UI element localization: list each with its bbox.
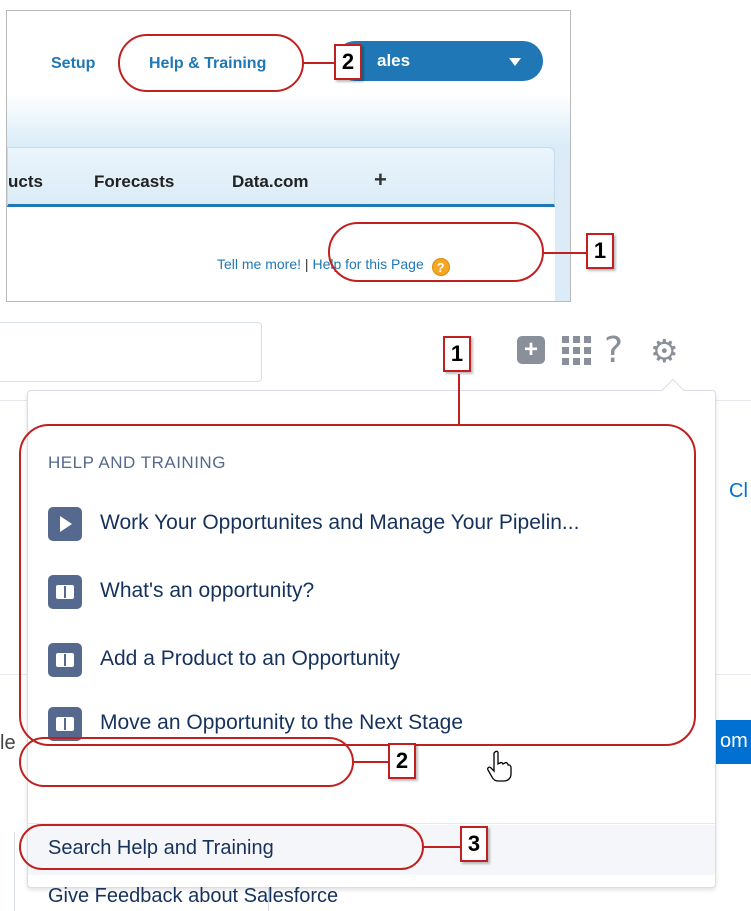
app-launcher-grid-icon[interactable] [562, 336, 592, 366]
callout-badge: 2 [334, 44, 362, 80]
callout-leader [354, 761, 388, 763]
tab-products[interactable]: ucts [8, 172, 43, 192]
tab-forecasts[interactable]: Forecasts [94, 172, 174, 192]
setup-link[interactable]: Setup [51, 55, 95, 73]
callout-ring-help-page [328, 222, 544, 282]
background-text-fragment: le [0, 732, 16, 754]
callout-ring-help-training [118, 34, 304, 92]
background-divider [14, 832, 15, 911]
add-tab-icon[interactable]: + [374, 167, 387, 193]
callout-badge: 2 [388, 743, 416, 779]
callout-leader [544, 252, 586, 254]
callout-badge: 1 [443, 336, 471, 372]
tell-me-more-link[interactable]: Tell me more! [217, 256, 301, 272]
callout-badge: 3 [460, 826, 488, 862]
background-button: om [716, 720, 751, 764]
callout-ring-help-items [19, 424, 696, 746]
background-text-fragment: Cl [729, 480, 748, 502]
setup-gear-icon[interactable]: ⚙ [650, 332, 679, 370]
global-search-input[interactable] [0, 322, 262, 382]
callout-ring-give-feedback [19, 824, 424, 870]
tab-bar: ucts Forecasts Data.com + [7, 147, 555, 207]
app-menu-label: ales [377, 51, 411, 70]
tab-data-com[interactable]: Data.com [232, 172, 309, 192]
callout-leader [458, 374, 460, 426]
link-separator: | [304, 256, 309, 272]
side-border [555, 147, 570, 301]
caret-down-icon [509, 58, 521, 66]
callout-badge: 1 [586, 233, 614, 269]
global-actions-plus-icon[interactable]: + [517, 336, 545, 364]
callout-ring-search-help [19, 737, 354, 787]
give-feedback-link[interactable]: Give Feedback about Salesforce [48, 885, 338, 908]
callout-leader [424, 846, 460, 848]
hand-cursor-icon [487, 750, 512, 782]
callout-leader [304, 62, 334, 64]
help-question-icon[interactable]: ? [604, 330, 623, 371]
app-menu-button[interactable]: ales [335, 41, 543, 81]
